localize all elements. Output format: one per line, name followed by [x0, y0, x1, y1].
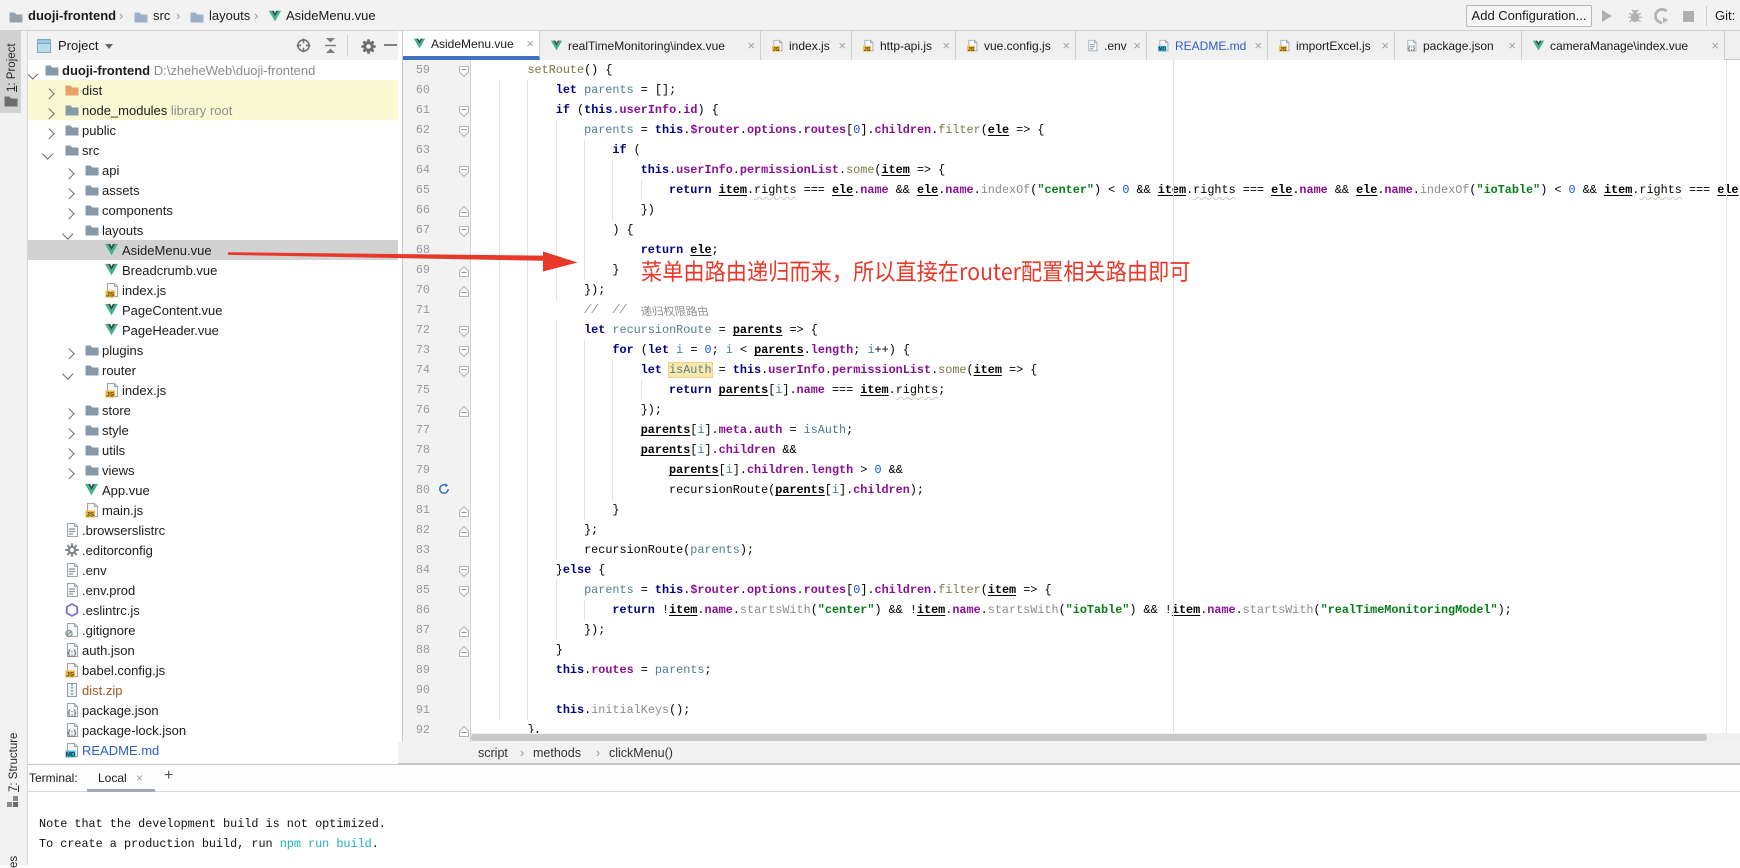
svg-text:{;}: {;} — [68, 709, 77, 718]
svg-text:JS: JS — [66, 672, 75, 679]
svg-text:{;}: {;} — [68, 649, 77, 658]
svg-text:JS: JS — [1280, 47, 1287, 52]
svg-text:{;}: {;} — [1408, 45, 1416, 52]
svg-text:JS: JS — [106, 292, 115, 299]
svg-text:JS: JS — [106, 392, 115, 399]
svg-text:{;}: {;} — [68, 729, 77, 738]
svg-text:MD: MD — [66, 751, 76, 758]
svg-text:JS: JS — [773, 47, 780, 52]
svg-text:MD: MD — [1158, 47, 1166, 52]
svg-text:JS: JS — [864, 47, 871, 52]
svg-text:JS: JS — [968, 47, 975, 52]
svg-text:JS: JS — [86, 512, 95, 519]
